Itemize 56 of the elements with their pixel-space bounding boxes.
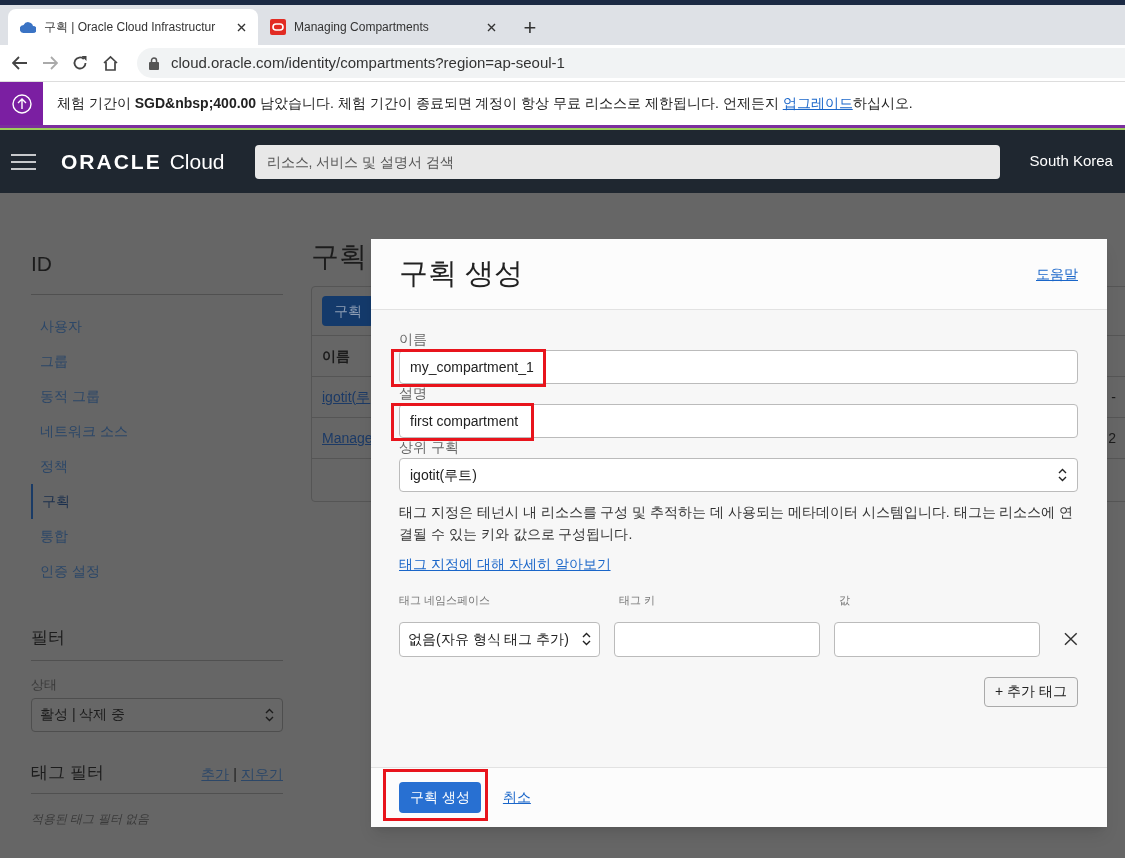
trial-message: 체험 기간이 SGD&nbsp;400.00 남았습니다. 체험 기간이 종료되면 계정이 항상 무료 리소스로 제한됩니다. 언제든지 업그레이드하십시오. <box>57 94 913 113</box>
help-link[interactable]: 도움말 <box>1036 263 1078 285</box>
close-icon[interactable] <box>1064 632 1078 646</box>
url-text: cloud.oracle.com/identity/compartments?region=ap-seoul-1 <box>171 52 565 73</box>
tab-title: 구획 | Oracle Cloud Infrastructur <box>44 19 217 36</box>
add-tag-button[interactable]: + 추가 태그 <box>984 676 1078 707</box>
column-header: 이름 <box>322 346 350 366</box>
namespace-select[interactable]: 없음(자유 형식 태그 추가) <box>399 621 601 657</box>
cloud-icon <box>20 21 36 33</box>
logo-product: Cloud <box>169 148 225 175</box>
lock-icon <box>149 56 159 70</box>
column-label: 태그 키 <box>619 593 657 608</box>
separator-text: | <box>233 765 237 784</box>
field-label: 설명 <box>399 384 427 402</box>
text-field[interactable]: my_compartment_1 <box>399 350 1078 384</box>
page-title: 구획 <box>311 242 368 272</box>
browser-tab[interactable]: 구획 | Oracle Cloud Infrastructur <box>8 9 258 45</box>
table-cell-text: - <box>1111 387 1116 407</box>
logo-word: ORACLE <box>61 148 162 175</box>
tag-info-text: 태그 지정은 테넌시 내 리소스를 구성 및 추적하는 데 사용되는 메타데이터 시스템입니다. 태그는 리소스에 연결될 수 있는 키와 값으로 구성됩니다. <box>399 503 1075 544</box>
address-bar[interactable]: cloud.oracle.com/identity/compartments?region=ap-seoul-1 <box>137 48 1125 78</box>
filter-title: 필터 <box>31 624 283 661</box>
chevron-updown-icon <box>265 707 274 722</box>
new-tab-button[interactable]: + <box>512 9 548 45</box>
upgrade-link[interactable]: 업그레이드 <box>782 95 853 111</box>
region-selector[interactable]: South Korea <box>1029 150 1113 173</box>
search-field[interactable]: 리소스, 서비스 및 설명서 검색 <box>254 144 1000 179</box>
tag-key-field[interactable] <box>614 621 821 657</box>
chevron-updown-icon <box>582 632 592 646</box>
text-field[interactable]: first compartment <box>399 404 1078 438</box>
dialog-title: 구획 생성 <box>399 256 524 292</box>
upgrade-icon <box>11 93 32 114</box>
tag-filter-title: 태그 필터 <box>31 761 104 784</box>
logo-icon <box>270 19 286 35</box>
table-cell-text: 2 <box>1108 428 1116 448</box>
field-label: 상위 구획 <box>399 438 459 456</box>
close-icon[interactable] <box>237 22 246 32</box>
cancel-link[interactable]: 취소 <box>502 787 531 808</box>
column-label: 태그 네임스페이스 <box>399 593 492 608</box>
back-icon[interactable] <box>12 56 28 70</box>
tab-title: Managing Compartments <box>294 19 430 36</box>
sidebar-title: ID <box>31 248 283 295</box>
tag-value-field[interactable] <box>834 621 1041 657</box>
oracle-cloud-logo[interactable]: ORACLE Cloud <box>61 145 225 178</box>
state-select[interactable]: 활성 | 삭제 중 <box>31 697 283 732</box>
home-icon[interactable] <box>102 55 119 71</box>
close-icon[interactable] <box>487 22 496 32</box>
tagging-help-link[interactable]: 태그 지정에 대해 자세히 알아보기 <box>399 554 611 575</box>
column-label: 값 <box>839 593 851 608</box>
create-button[interactable]: 구획 <box>322 296 374 326</box>
reload-icon[interactable] <box>72 55 88 71</box>
create-compartment-button[interactable]: 구획 생성 <box>399 782 481 813</box>
menu-icon[interactable] <box>11 153 36 170</box>
field-label: 이름 <box>399 330 427 348</box>
chevron-updown-icon <box>1058 468 1067 482</box>
parent-select[interactable]: igotit(루트) <box>399 458 1078 492</box>
